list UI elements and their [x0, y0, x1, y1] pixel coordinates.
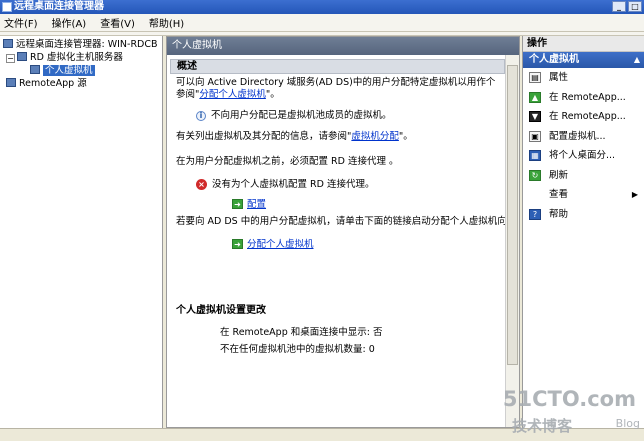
vm-config-icon: ▣ — [529, 130, 541, 142]
watermark: 51CTO.com 技术博客 Blog — [503, 387, 642, 439]
action-show-remoteapp[interactable]: ▲ 在 RemoteApp... — [523, 88, 644, 108]
wizard-note: 若要向 AD DS 中的用户分配虚拟机，请单击下面的链接启动分配个人虚拟机向 — [176, 216, 505, 227]
watermark-site: 51CTO.com — [502, 387, 636, 411]
actions-group-personal-vm[interactable]: 个人虚拟机 ▲ — [523, 52, 644, 68]
collapse-caret-icon[interactable]: ▲ — [634, 52, 640, 68]
overview-heading: 概述 — [170, 59, 505, 74]
menu-bar: 文件(F) 操作(A) 查看(V) 帮助(H) — [0, 14, 644, 32]
collapse-icon[interactable]: − — [6, 54, 15, 63]
pane-content: 概述 可以向 Active Directory 域服务(AD DS)中的用户分配… — [170, 59, 505, 425]
assign-desktop-icon: ▦ — [529, 150, 541, 161]
vm-assignment-link[interactable]: 虚拟机分配 — [351, 131, 399, 142]
assign-vm-help-link[interactable]: 分配个人虚拟机 — [199, 89, 266, 100]
title-bar: 远程桌面连接管理器 _ □ — [0, 0, 644, 14]
window-title: 远程桌面连接管理器 — [14, 1, 104, 12]
console-icon — [3, 39, 13, 48]
window-controls: _ □ — [612, 1, 642, 12]
minimize-button[interactable]: _ — [612, 1, 626, 12]
go-arrow-icon: ➜ — [232, 199, 243, 209]
changes-heading: 个人虚拟机设置更改 — [176, 305, 266, 316]
tree-item-rd-server[interactable]: − RD 虚拟化主机服务器 — [0, 51, 162, 64]
action-properties[interactable]: ▤ 属性 — [523, 68, 644, 88]
change-vm-count: 不在任何虚拟机池中的虚拟机数量: 0 — [220, 344, 375, 355]
results-pane: 个人虚拟机 概述 可以向 Active Directory 域服务(AD DS)… — [166, 36, 520, 428]
properties-icon: ▤ — [529, 72, 541, 83]
configure-link[interactable]: 配置 — [247, 199, 266, 210]
menu-action[interactable]: 操作(A) — [52, 15, 87, 30]
server-icon — [17, 52, 27, 61]
assign-personal-vm-link[interactable]: 分配个人虚拟机 — [247, 239, 314, 250]
actions-pane: 操作 个人虚拟机 ▲ ▤ 属性 ▲ 在 RemoteApp... ▼ 在 RemoteA… — [522, 36, 644, 428]
actions-heading: 操作 — [523, 36, 644, 52]
tree-root[interactable]: 远程桌面连接管理器: WIN-RDCB — [0, 38, 162, 51]
watermark-cn: 技术博客 — [512, 417, 573, 435]
action-hide-remoteapp[interactable]: ▼ 在 RemoteApp... — [523, 107, 644, 127]
black-down-arrow-icon: ▼ — [529, 111, 541, 122]
action-refresh[interactable]: ↻ 刷新 — [523, 166, 644, 186]
tree-item-remoteapp[interactable]: RemoteApp 源 — [0, 77, 162, 90]
intro-line-2: 参阅"分配个人虚拟机"。 — [176, 89, 280, 100]
maximize-button[interactable]: □ — [628, 1, 642, 12]
menu-help[interactable]: 帮助(H) — [149, 15, 184, 30]
scroll-thumb[interactable] — [507, 65, 518, 365]
assign-row: ➜ 分配个人虚拟机 — [232, 239, 314, 251]
intro-line-1: 可以向 Active Directory 域服务(AD DS)中的用户分配特定虚… — [176, 77, 496, 88]
green-up-arrow-icon: ▲ — [529, 91, 541, 103]
info-note: i 不向用户分配已是虚拟机池成员的虚拟机。 — [196, 110, 392, 122]
action-help[interactable]: ? 帮助 — [523, 205, 644, 225]
refresh-icon: ↻ — [529, 169, 541, 181]
watermark-blog: Blog — [615, 417, 640, 430]
go-arrow-icon: ➜ — [232, 239, 243, 249]
remoteapp-icon — [6, 78, 16, 87]
submenu-arrow-icon: ▶ — [631, 190, 638, 199]
menu-file[interactable]: 文件(F) — [4, 15, 38, 30]
menu-view[interactable]: 查看(V) — [100, 15, 135, 30]
vertical-scrollbar[interactable] — [505, 55, 519, 427]
action-view[interactable]: 查看 ▶ — [523, 185, 644, 205]
app-icon — [2, 2, 12, 12]
action-assign-desktop[interactable]: ▦ 将个人桌面分... — [523, 146, 644, 166]
tree-item-personal-vm[interactable]: 个人虚拟机 — [0, 64, 162, 77]
broker-note: 在为用户分配虚拟机之前，必须配置 RD 连接代理 。 — [176, 156, 399, 167]
help-icon: ? — [529, 208, 541, 220]
action-configure-vm[interactable]: ▣ 配置虚拟机... — [523, 127, 644, 147]
vm-icon — [30, 65, 40, 74]
vm-assign-line: 有关列出虚拟机及其分配的信息，请参阅"虚拟机分配"。 — [176, 131, 413, 142]
change-remoteapp: 在 RemoteApp 和桌面连接中显示: 否 — [220, 327, 383, 338]
error-note: × 没有为个人虚拟机配置 RD 连接代理。 — [196, 179, 374, 191]
configure-row: ➜ 配置 — [232, 199, 266, 211]
console-tree: 远程桌面连接管理器: WIN-RDCB − RD 虚拟化主机服务器 个人虚拟机 R… — [0, 36, 163, 428]
error-icon: × — [196, 179, 207, 190]
pane-title: 个人虚拟机 — [167, 37, 519, 55]
info-icon: i — [196, 111, 206, 121]
